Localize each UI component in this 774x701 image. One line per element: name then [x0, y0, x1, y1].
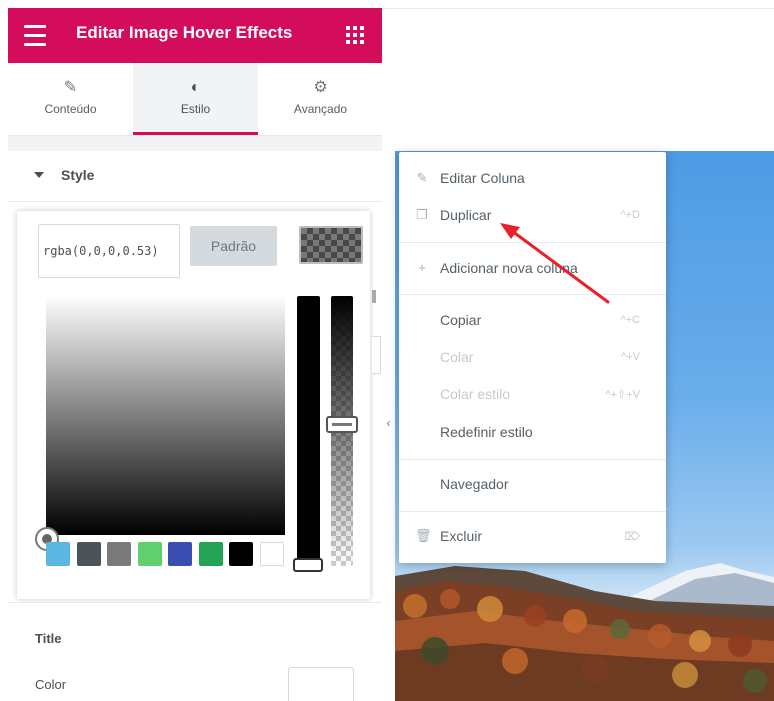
menu-item-shortcut: ⌦ — [624, 531, 640, 543]
color-preview[interactable] — [299, 226, 363, 264]
menu-item-label: Duplicar — [440, 207, 492, 223]
menu-item-reset-style[interactable]: Redefinir estilo — [399, 415, 666, 451]
menu-item-edit-column[interactable]: ✎ Editar Coluna — [399, 161, 666, 197]
color-swatch[interactable] — [259, 542, 284, 566]
color-value-input[interactable] — [38, 224, 180, 278]
color-swatch[interactable] — [168, 542, 192, 566]
chevron-left-icon: ‹ — [386, 416, 391, 430]
menu-item-label: Redefinir estilo — [440, 424, 533, 440]
control-handle — [372, 290, 376, 303]
title-color-picker-button[interactable] — [288, 667, 354, 701]
menu-divider — [399, 242, 666, 243]
menu-item-delete[interactable]: 🗑 Excluir ⌦ — [399, 519, 666, 555]
panel-tabs: ✎ Conteúdo ◐ Estilo ⚙ Avançado — [8, 63, 382, 136]
half-circle-icon: ◐ — [190, 79, 201, 96]
menu-item-paste-style: Colar estilo ^+⇧+V — [399, 377, 666, 413]
menu-item-label: Copiar — [440, 312, 482, 328]
pencil-icon: ✎ — [416, 170, 428, 185]
panel-header: Editar Image Hover Effects — [8, 8, 382, 63]
widgets-grid-icon[interactable] — [346, 26, 364, 44]
color-swatch[interactable] — [229, 542, 253, 566]
menu-item-shortcut: ^+D — [620, 209, 640, 221]
title-style-section: Title Color — [8, 602, 382, 701]
title-heading: Title — [35, 631, 62, 646]
menu-item-add-column[interactable]: + Adicionar nova coluna — [399, 251, 666, 287]
color-label: Color — [35, 677, 67, 692]
control-edge — [372, 336, 381, 374]
panel-title: Editar Image Hover Effects — [76, 23, 293, 42]
color-swatch[interactable] — [137, 542, 162, 566]
menu-item-label: Excluir — [440, 528, 483, 544]
style-section-toggle[interactable]: Style — [8, 151, 382, 202]
tab-style[interactable]: ◐ Estilo — [133, 63, 258, 135]
trash-icon: 🗑 — [415, 528, 432, 543]
section-title: Style — [61, 167, 95, 183]
plus-icon: + — [418, 260, 426, 275]
menu-divider — [399, 294, 666, 295]
pencil-icon: ✎ — [63, 79, 78, 96]
menu-divider — [399, 459, 666, 460]
menu-item-copy[interactable]: Copiar ^+C — [399, 303, 666, 339]
menu-item-shortcut: ^+C — [620, 314, 640, 326]
menu-item-navigator[interactable]: Navegador — [399, 467, 666, 503]
color-swatch[interactable] — [46, 542, 70, 566]
color-swatch[interactable] — [198, 542, 223, 566]
menu-item-duplicate[interactable]: ❐ Duplicar ^+D — [399, 198, 666, 234]
hue-slider[interactable] — [297, 296, 320, 566]
collapse-panel-button[interactable]: ‹ — [382, 391, 395, 455]
default-color-button[interactable]: Padrão — [190, 226, 277, 266]
menu-divider — [399, 511, 666, 512]
tab-content[interactable]: ✎ Conteúdo — [8, 63, 133, 135]
menu-item-paste: Colar ^+V — [399, 340, 666, 376]
preview-top-bar — [382, 0, 774, 9]
opacity-slider-handle[interactable] — [326, 416, 358, 433]
copy-icon: ❐ — [416, 207, 428, 222]
menu-item-label: Colar estilo — [440, 386, 511, 402]
menu-item-shortcut: ^+V — [621, 351, 640, 363]
tab-content-label: Conteúdo — [44, 102, 97, 116]
editor-panel: Editar Image Hover Effects ✎ Conteúdo ◐ … — [8, 8, 382, 701]
hue-slider-handle[interactable] — [293, 558, 323, 572]
tab-advanced-label: Avançado — [293, 102, 348, 116]
gear-icon: ⚙ — [313, 79, 328, 96]
menu-item-label: Colar — [440, 349, 474, 365]
color-picker: Padrão — [17, 211, 370, 599]
color-swatch[interactable] — [107, 542, 131, 566]
menu-item-shortcut: ^+⇧+V — [605, 389, 640, 401]
menu-item-label: Adicionar nova coluna — [440, 260, 578, 276]
color-swatch[interactable] — [76, 542, 101, 566]
context-menu: ✎ Editar Coluna ❐ Duplicar ^+D + Adicion… — [399, 152, 666, 563]
caret-down-icon — [34, 172, 44, 178]
hamburger-menu-icon[interactable] — [24, 25, 46, 46]
saturation-field[interactable] — [46, 295, 285, 535]
tab-style-label: Estilo — [180, 102, 211, 116]
tab-advanced[interactable]: ⚙ Avançado — [258, 63, 382, 135]
menu-item-label: Navegador — [440, 476, 509, 492]
menu-item-label: Editar Coluna — [440, 170, 525, 186]
